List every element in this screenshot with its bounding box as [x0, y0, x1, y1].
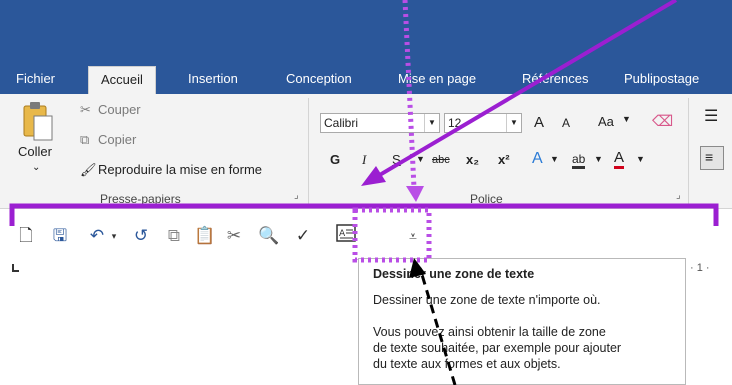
tab-conception[interactable]: Conception [286, 66, 352, 94]
chevron-down-icon[interactable]: ▼ [424, 114, 439, 132]
font-name-combo[interactable]: Calibri ▼ [320, 113, 440, 133]
chevron-down-icon[interactable]: ▼ [506, 114, 521, 132]
chevron-down-icon[interactable]: ▼ [636, 154, 645, 164]
align-left-icon: ≡ [705, 149, 714, 165]
bold-button[interactable]: G [330, 152, 340, 167]
chevron-down-icon[interactable]: ▼ [416, 154, 425, 164]
underline-button[interactable]: S [392, 152, 401, 167]
quick-access-toolbar: 🗋 🖫 ↶ ▾ ↺ ⧉ 📋 ✂ 🔍 ✓ A ⩡ [0, 216, 732, 258]
redo-icon[interactable]: ↺ [130, 224, 152, 248]
tab-insertion[interactable]: Insertion [188, 66, 238, 94]
tab-stop-glyph [12, 264, 19, 272]
text-box-icon[interactable]: A [334, 224, 358, 248]
text-box-tooltip: Dessiner une zone de texte Dessiner une … [358, 258, 686, 385]
dialog-launcher-icon[interactable]: ⌟ [676, 190, 681, 201]
tab-publipostage[interactable]: Publipostage [624, 66, 699, 94]
superscript-button[interactable]: x² [498, 152, 510, 167]
dialog-launcher-icon[interactable]: ⌟ [294, 190, 299, 201]
bullets-icon[interactable]: ☰ [704, 106, 718, 126]
ruler-segment: · 1 · [690, 262, 710, 274]
new-document-icon[interactable]: 🗋 [16, 224, 36, 248]
paste-label: Coller [18, 144, 52, 159]
tooltip-line: Vous pouvez ainsi obtenir la taille de z… [373, 325, 606, 339]
scissors-icon[interactable]: ✂ [224, 224, 244, 248]
font-size-combo[interactable]: 12 ▼ [444, 113, 522, 133]
chevron-down-icon[interactable]: ▼ [622, 114, 631, 124]
paste-icon[interactable]: 📋 [194, 224, 215, 248]
font-size-value: 12 [448, 116, 462, 130]
text-box-glyph: A [336, 224, 356, 242]
grow-font-button[interactable]: A [534, 114, 544, 131]
clear-formatting-icon[interactable]: ⌫ [652, 112, 673, 130]
group-separator [308, 98, 309, 204]
change-case-button[interactable]: Aa [598, 114, 614, 129]
cut-label: Couper [98, 102, 141, 117]
scissors-icon: ✂ [80, 102, 91, 117]
tab-accueil[interactable]: Accueil [88, 66, 156, 95]
paintbrush-icon: 🖌 [80, 162, 97, 177]
save-icon[interactable]: 🖫 [50, 224, 70, 248]
chevron-down-icon: ⌄ [32, 162, 41, 173]
font-name-value: Calibri [324, 116, 359, 130]
tooltip-line: de texte souhaitée, par exemple pour ajo… [373, 341, 622, 355]
tab-fichier[interactable]: Fichier [16, 66, 55, 94]
shrink-font-button[interactable]: A [562, 116, 570, 130]
font-color-button[interactable]: A [614, 150, 625, 169]
tab-mise-en-page[interactable]: Mise en page [398, 66, 476, 94]
title-bar [0, 0, 732, 60]
highlight-button[interactable]: ab [572, 152, 586, 169]
format-painter-label: Reproduire la mise en forme [98, 162, 263, 177]
copy-icon: ⧉ [80, 132, 90, 147]
paste-button[interactable]: Coller ⌄ [18, 100, 58, 190]
chevron-down-icon[interactable]: ▼ [594, 154, 603, 164]
clipboard-group-label: Presse-papiers [100, 192, 181, 206]
tooltip-title: Dessiner une zone de texte [373, 267, 535, 281]
text-effects-button[interactable]: A [532, 150, 543, 168]
group-separator [688, 98, 689, 204]
tab-selector-icon[interactable] [10, 262, 22, 274]
ribbon-home: Coller ⌄ ✂ Couper ⧉ Copier 🖌 Reproduire … [0, 94, 732, 209]
copy-icon[interactable]: ⧉ [164, 224, 184, 248]
ribbon-tab-strip: Fichier Accueil Insertion Conception Mis… [0, 60, 732, 95]
subscript-button[interactable]: x₂ [466, 152, 479, 167]
chevron-down-icon[interactable]: ▾ [108, 224, 120, 248]
paste-icon [23, 102, 53, 141]
tooltip-line: du texte aux formes et aux objets. [373, 357, 561, 371]
spelling-check-icon[interactable]: ✓ [292, 224, 314, 248]
customize-qat-icon[interactable]: ⩡ [404, 224, 422, 248]
print-preview-icon[interactable]: 🔍 [258, 224, 279, 248]
tooltip-line: Dessiner une zone de texte n'importe où. [373, 293, 601, 307]
strikethrough-button[interactable]: abc [432, 154, 450, 166]
font-group-label: Police [470, 192, 503, 206]
tab-references[interactable]: Références [522, 66, 588, 94]
chevron-down-icon[interactable]: ▼ [550, 154, 559, 164]
undo-icon[interactable]: ↶ [86, 224, 108, 248]
italic-button[interactable]: I [362, 152, 366, 168]
align-left-button[interactable]: ≡ [700, 146, 724, 170]
copy-label: Copier [98, 132, 137, 147]
